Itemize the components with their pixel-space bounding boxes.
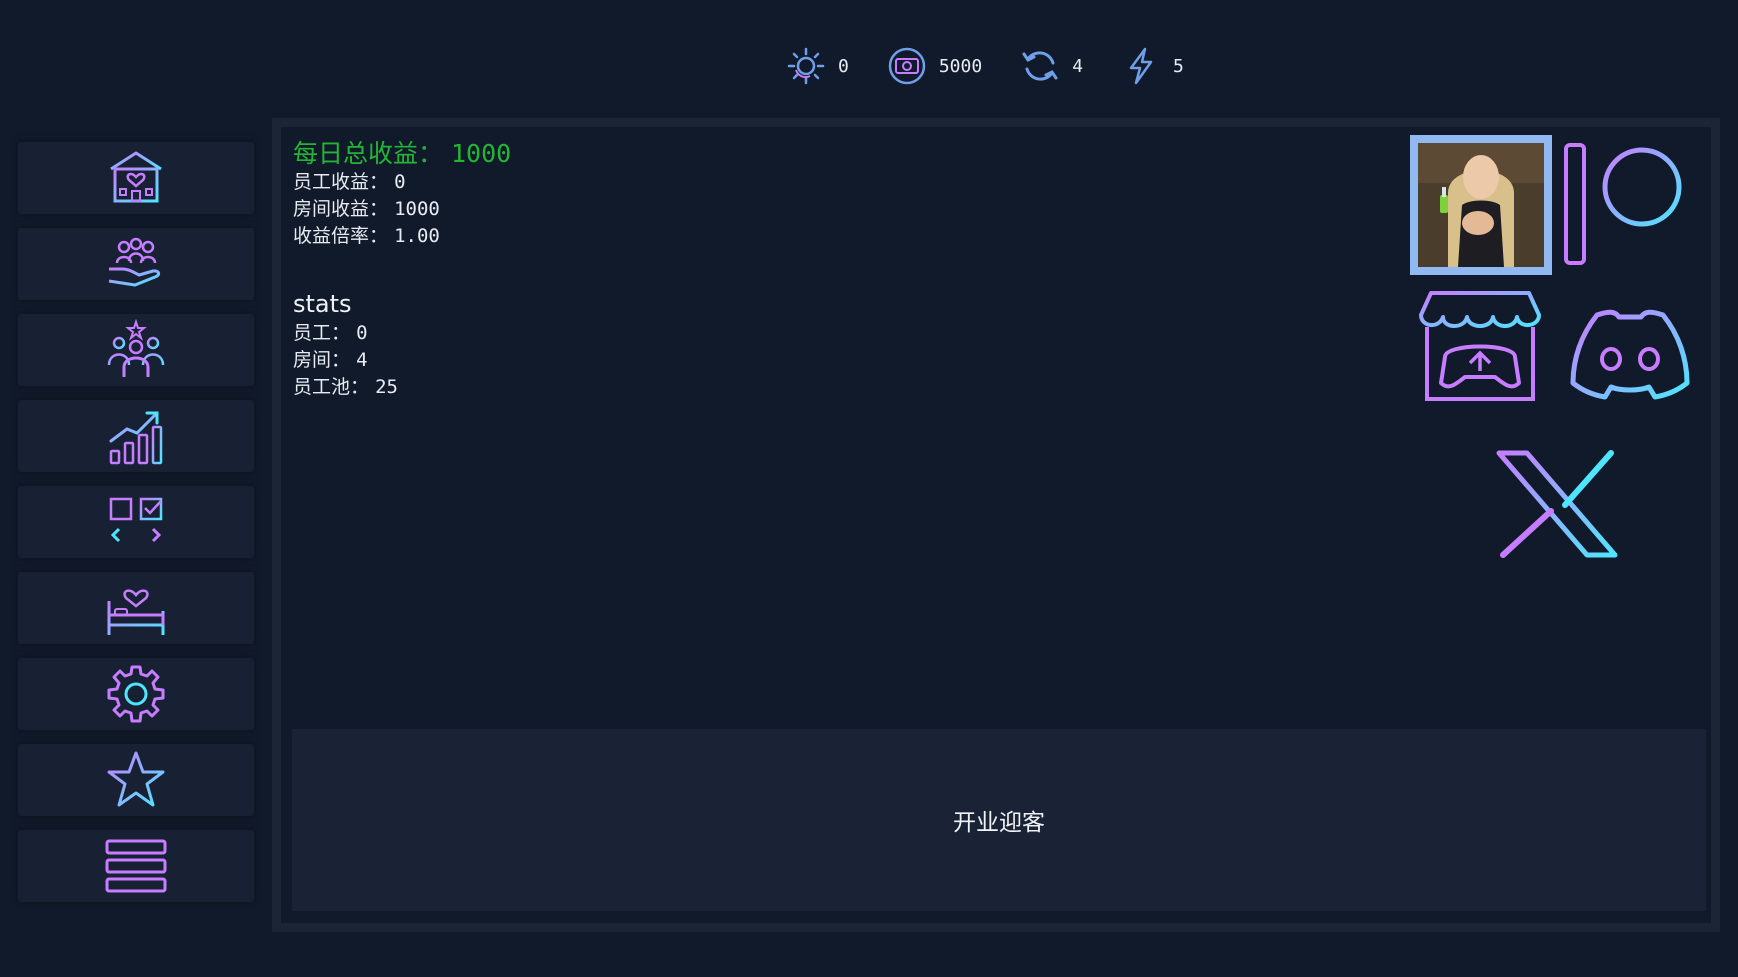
daily-total-value: 1000 — [450, 139, 512, 168]
resource-money: 5000 — [887, 46, 982, 86]
patreon-icon[interactable] — [1562, 141, 1684, 267]
resource-energy: 5 — [1121, 46, 1184, 86]
stats-rooms-label: 房间： — [293, 349, 351, 371]
star-icon — [107, 751, 165, 807]
energy-value: 5 — [1173, 55, 1184, 77]
income-rate-label: 收益倍率： — [293, 225, 389, 247]
sidebar-item-hotel[interactable] — [18, 142, 254, 214]
discord-icon[interactable] — [1567, 307, 1693, 401]
stats-staff-value: 0 — [356, 322, 368, 344]
stats-staff: 员工： 0 — [293, 320, 511, 347]
main-panel: 每日总收益： 1000 员工收益： 0 房间收益： 1000 收益倍率： 1.0… — [272, 118, 1720, 932]
menu-icon — [105, 839, 167, 893]
sidebar-item-rooms[interactable] — [18, 572, 254, 644]
sidebar-item-favorites[interactable] — [18, 744, 254, 816]
money-value: 5000 — [938, 55, 983, 77]
open-business-button[interactable]: 开业迎客 — [292, 729, 1706, 911]
room-income: 房间收益： 1000 — [293, 196, 511, 223]
sidebar-item-growth[interactable] — [18, 400, 254, 472]
refresh-icon — [1022, 51, 1058, 81]
reputation-value: 0 — [838, 55, 849, 77]
stats-rooms-value: 4 — [356, 349, 368, 371]
x-twitter-icon[interactable] — [1493, 449, 1623, 559]
sidebar-item-settings[interactable] — [18, 658, 254, 730]
sidebar-item-team[interactable] — [18, 314, 254, 386]
itch-io-icon[interactable] — [1415, 287, 1545, 405]
resource-reputation: 0 — [786, 46, 849, 86]
income-rate-value: 1.00 — [394, 225, 440, 247]
sidebar-item-tasks[interactable] — [18, 486, 254, 558]
stats-heading: stats — [293, 290, 352, 318]
resource-cycle: 4 — [1020, 46, 1083, 86]
daily-total-label: 每日总收益： — [293, 139, 444, 168]
character-portrait[interactable] — [1410, 135, 1552, 275]
bed-heart-icon — [107, 589, 165, 635]
daily-total-income: 每日总收益： 1000 — [293, 139, 511, 169]
growth-chart-icon — [109, 411, 163, 465]
cycle-value: 4 — [1072, 55, 1084, 77]
gear-icon — [107, 665, 165, 723]
sidebar-item-staff[interactable] — [18, 228, 254, 300]
staff-income-value: 0 — [394, 171, 406, 193]
staff-hand-icon — [108, 237, 161, 287]
task-swap-icon — [109, 497, 163, 543]
hotel-heart-icon — [110, 151, 162, 203]
stats-rooms: 房间： 4 — [293, 347, 511, 374]
income-summary: 每日总收益： 1000 员工收益： 0 房间收益： 1000 收益倍率： 1.0… — [293, 139, 511, 401]
character-portrait-image — [1418, 143, 1544, 267]
income-rate: 收益倍率： 1.00 — [293, 223, 511, 250]
stats-staff-label: 员工： — [293, 322, 351, 344]
lightning-icon — [1129, 47, 1153, 85]
stats-pool-value: 25 — [375, 376, 398, 398]
staff-income: 员工收益： 0 — [293, 169, 511, 196]
sidebar — [18, 142, 254, 916]
sun-moon-icon — [787, 47, 825, 85]
sidebar-item-menu[interactable] — [18, 830, 254, 902]
team-star-icon — [107, 319, 165, 377]
stats-pool: 员工池： 25 — [293, 374, 511, 401]
room-income-label: 房间收益： — [293, 198, 389, 220]
stats-pool-label: 员工池： — [293, 376, 370, 398]
room-income-value: 1000 — [394, 198, 440, 220]
cash-icon — [888, 47, 926, 85]
resource-bar: 0 5000 4 5 — [786, 44, 1222, 88]
staff-income-label: 员工收益： — [293, 171, 389, 193]
